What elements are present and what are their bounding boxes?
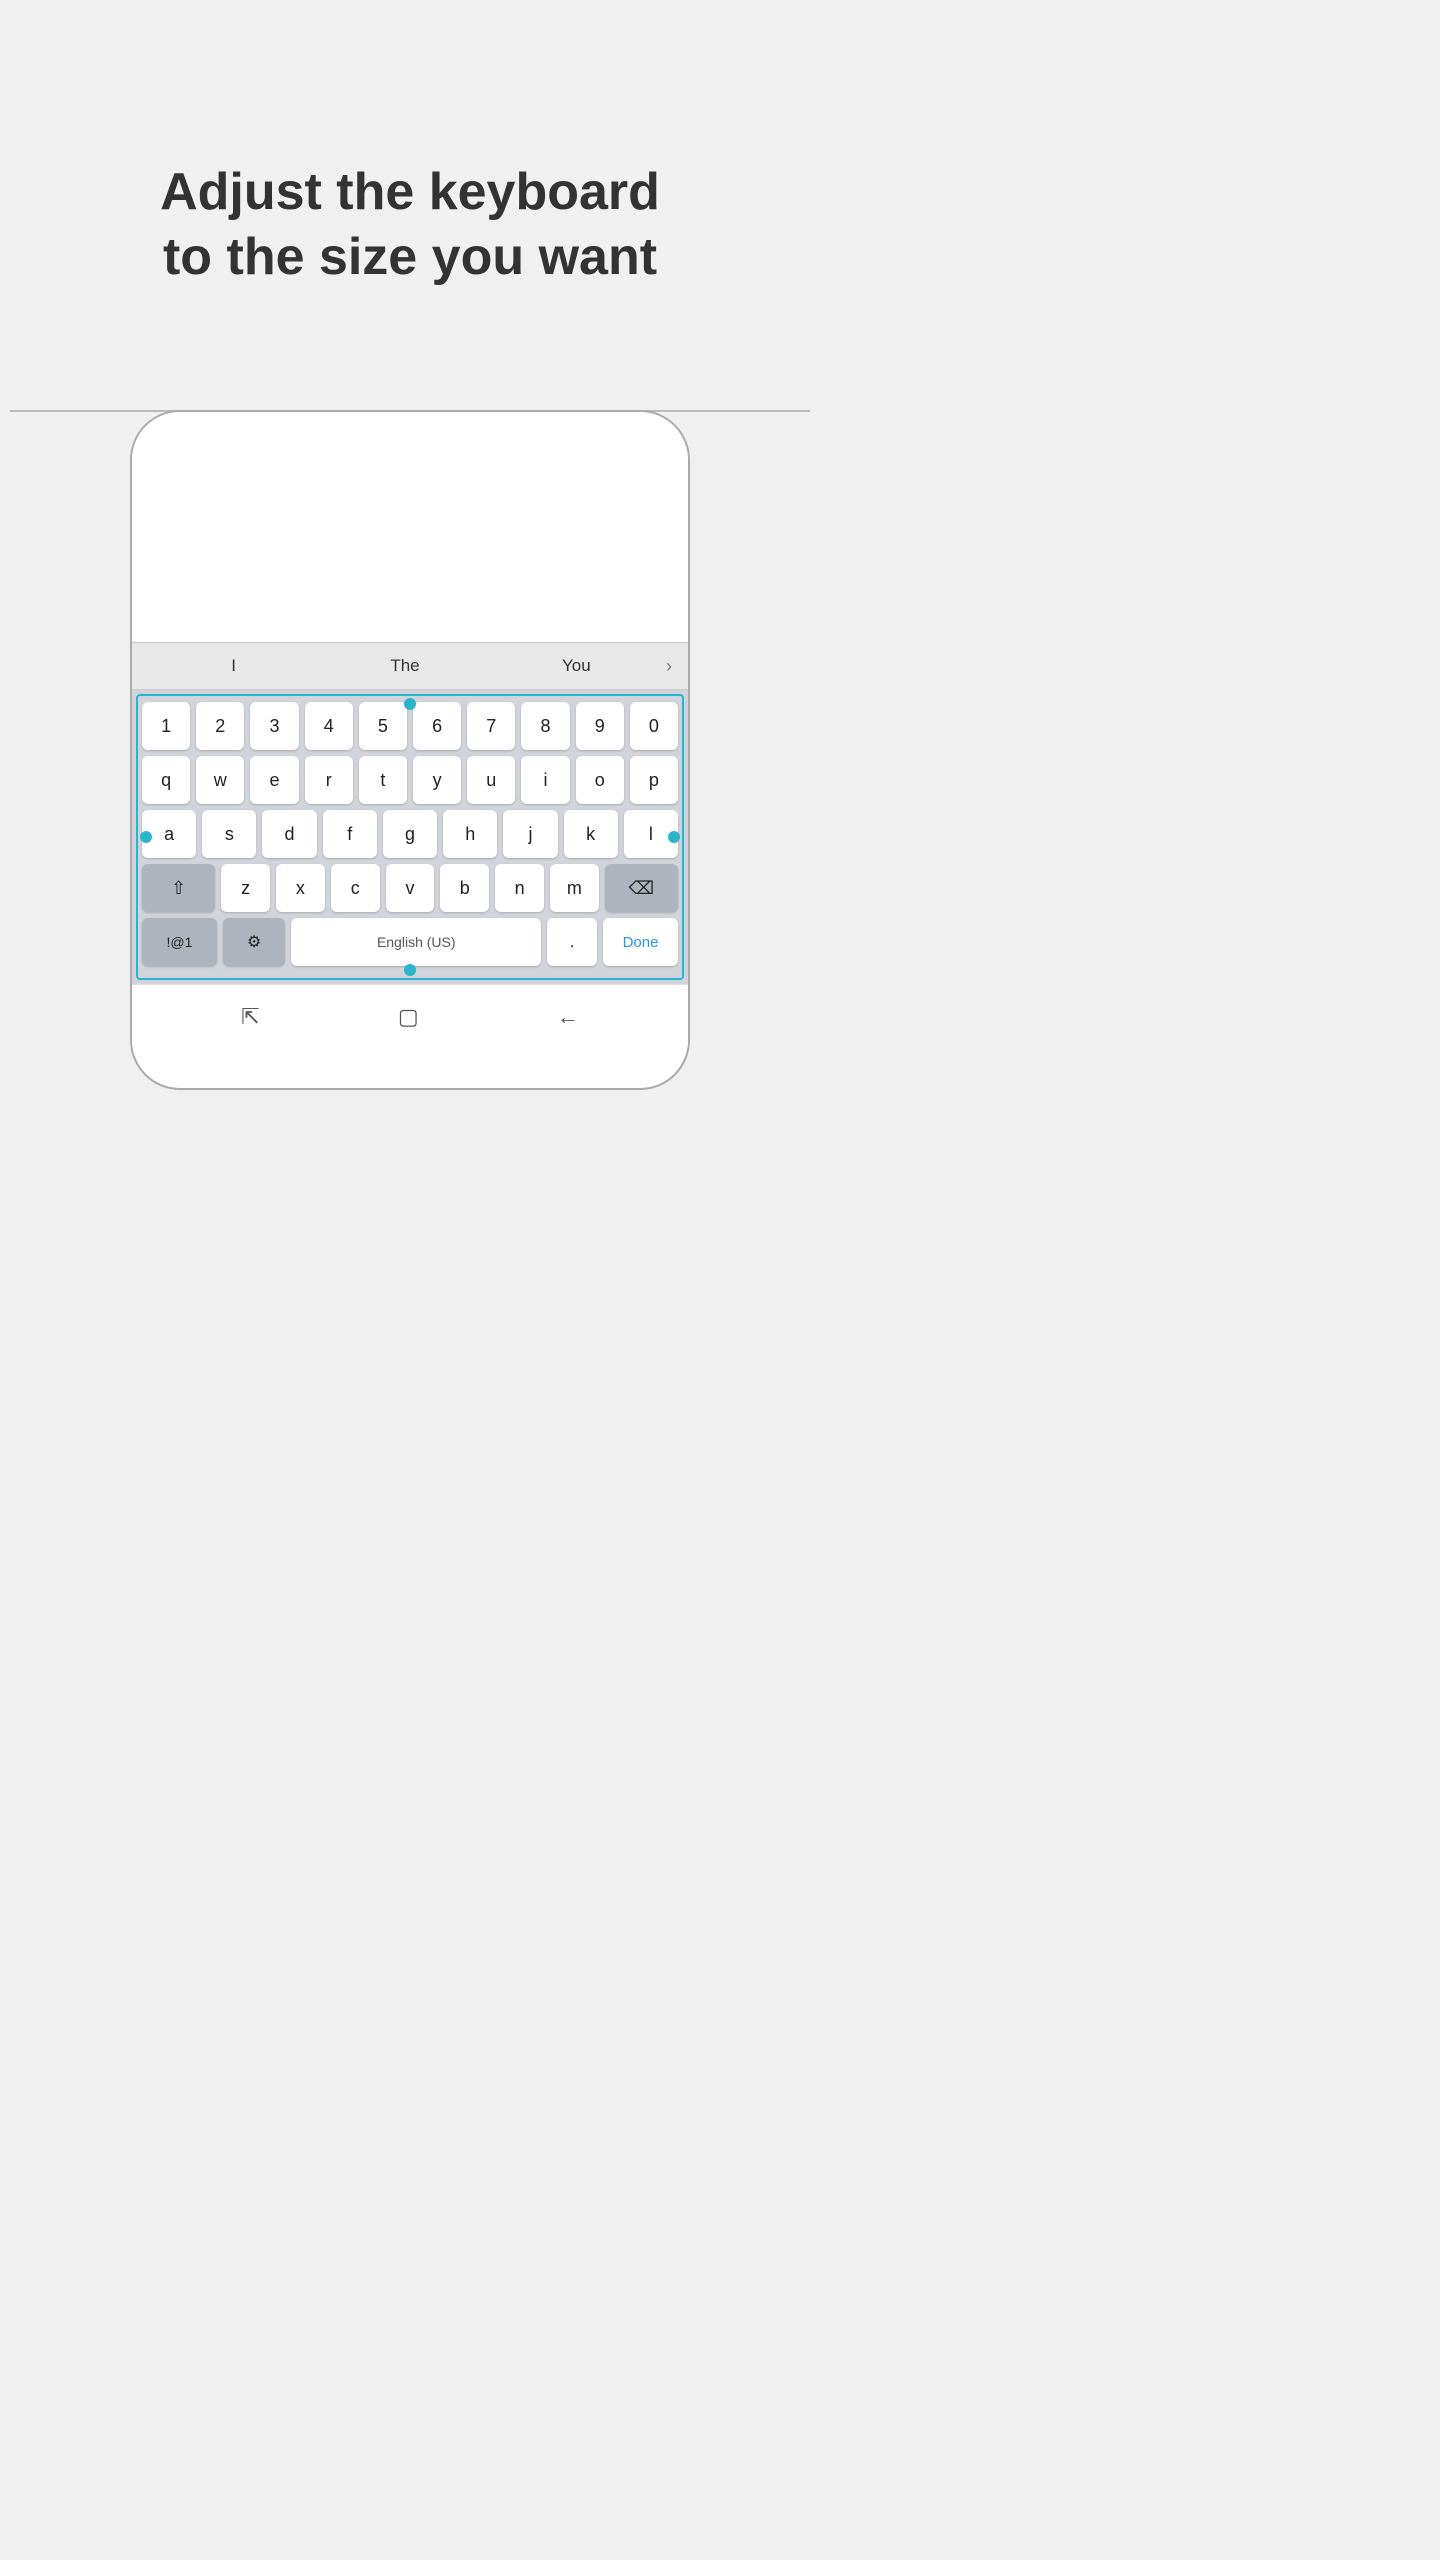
key-u[interactable]: u [467, 756, 515, 804]
screen-area [132, 412, 688, 642]
key-done[interactable]: Done [603, 918, 678, 966]
key-y[interactable]: y [413, 756, 461, 804]
key-c[interactable]: c [331, 864, 380, 912]
key-3[interactable]: 3 [250, 702, 298, 750]
key-1[interactable]: 1 [142, 702, 190, 750]
key-e[interactable]: e [250, 756, 298, 804]
home-icon[interactable]: ▢ [398, 1004, 419, 1030]
back-icon[interactable]: ← [557, 1004, 579, 1030]
key-space[interactable]: English (US) [291, 918, 541, 966]
title-line2: to the size you want [163, 228, 657, 286]
key-row-zxcv: ⇧ z x c v b n m ⌫ [142, 864, 678, 912]
suggestion-arrow: › [666, 656, 672, 677]
key-delete[interactable]: ⌫ [605, 864, 678, 912]
key-2[interactable]: 2 [196, 702, 244, 750]
key-row-bottom: !@1 ⚙ English (US) . Done [142, 918, 678, 966]
key-settings[interactable]: ⚙ [223, 918, 285, 966]
key-m[interactable]: m [550, 864, 599, 912]
key-a[interactable]: a [142, 810, 196, 858]
key-row-asdf: a s d f g h j k l [142, 810, 678, 858]
key-n[interactable]: n [495, 864, 544, 912]
key-q[interactable]: q [142, 756, 190, 804]
key-row-numbers: 1 2 3 4 5 6 7 8 9 0 [142, 702, 678, 750]
key-h[interactable]: h [443, 810, 497, 858]
keyboard-inner: 1 2 3 4 5 6 7 8 9 0 q w e r t [138, 696, 682, 978]
key-period[interactable]: . [547, 918, 597, 966]
suggestions-bar: I The You › [132, 642, 688, 690]
menu-icon[interactable]: ⇱ [241, 1004, 259, 1030]
key-r[interactable]: r [305, 756, 353, 804]
phone-outline: I The You › 1 2 3 4 5 [130, 410, 690, 1090]
key-l[interactable]: l [624, 810, 678, 858]
key-z[interactable]: z [221, 864, 270, 912]
key-g[interactable]: g [383, 810, 437, 858]
key-7[interactable]: 7 [467, 702, 515, 750]
key-x[interactable]: x [276, 864, 325, 912]
key-symbols[interactable]: !@1 [142, 918, 217, 966]
key-w[interactable]: w [196, 756, 244, 804]
key-j[interactable]: j [503, 810, 557, 858]
keyboard-container: 1 2 3 4 5 6 7 8 9 0 q w e r t [132, 690, 688, 984]
key-8[interactable]: 8 [521, 702, 569, 750]
phone-mockup: I The You › 1 2 3 4 5 [130, 410, 690, 1090]
key-5[interactable]: 5 [359, 702, 407, 750]
key-9[interactable]: 9 [576, 702, 624, 750]
key-b[interactable]: b [440, 864, 489, 912]
title-line1: Adjust the keyboard [160, 163, 660, 221]
key-i[interactable]: i [521, 756, 569, 804]
key-t[interactable]: t [359, 756, 407, 804]
suggestion-i[interactable]: I [148, 656, 319, 676]
key-6[interactable]: 6 [413, 702, 461, 750]
key-shift[interactable]: ⇧ [142, 864, 215, 912]
key-p[interactable]: p [630, 756, 678, 804]
key-s[interactable]: s [202, 810, 256, 858]
page-title: Adjust the keyboard to the size you want [160, 160, 660, 290]
key-row-qwerty: q w e r t y u i o p [142, 756, 678, 804]
key-o[interactable]: o [576, 756, 624, 804]
key-4[interactable]: 4 [305, 702, 353, 750]
key-k[interactable]: k [564, 810, 618, 858]
key-d[interactable]: d [262, 810, 316, 858]
key-v[interactable]: v [386, 864, 435, 912]
nav-bar: ⇱ ▢ ← [132, 984, 688, 1048]
key-f[interactable]: f [323, 810, 377, 858]
suggestion-you[interactable]: You [491, 656, 662, 676]
suggestion-the[interactable]: The [319, 656, 490, 676]
key-0[interactable]: 0 [630, 702, 678, 750]
